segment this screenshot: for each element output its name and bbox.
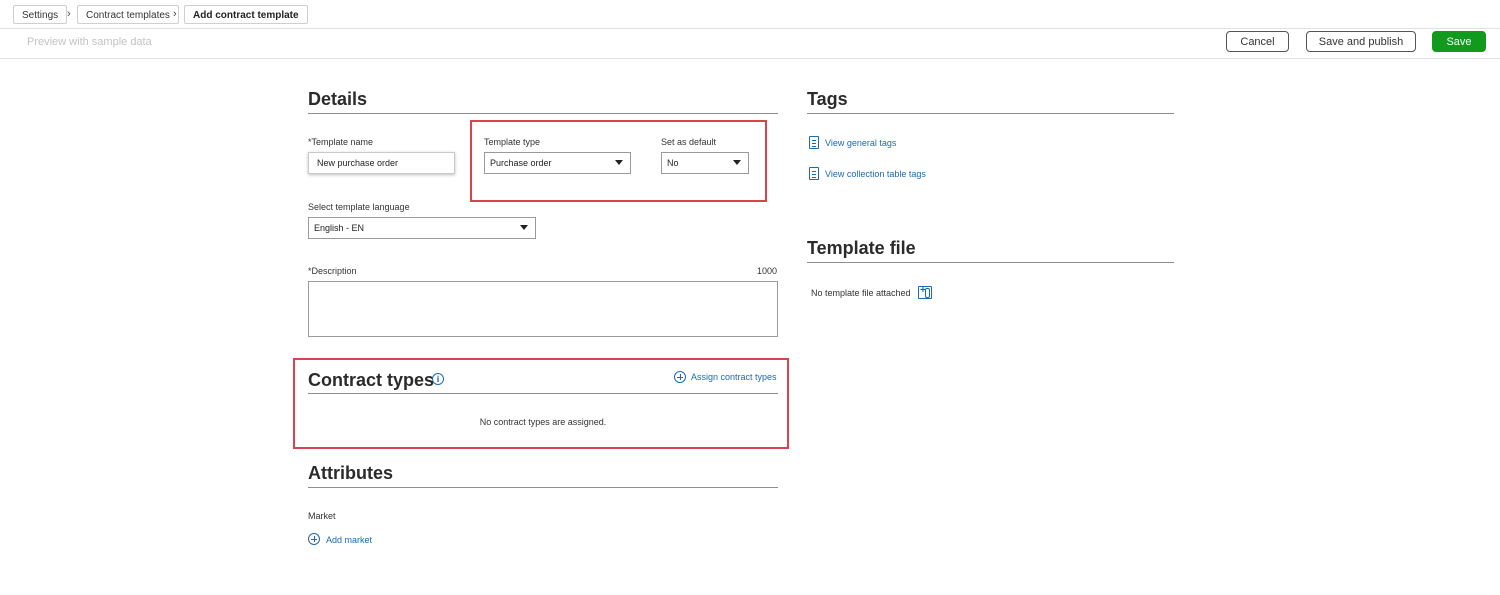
description-char-counter: 1000 [757,266,778,276]
description-textarea[interactable] [308,281,778,337]
cancel-button[interactable]: Cancel [1226,31,1289,52]
details-title: Details [308,89,368,109]
tags-title: Tags [807,89,848,109]
template-language-value: English - EN [314,223,365,233]
template-language-label: Select template language [308,202,410,212]
template-language-select[interactable]: English - EN [308,217,536,239]
preview-sample-data-link[interactable]: Preview with sample data [27,36,152,48]
breadcrumb-add-contract-template: Add contract template [184,5,308,24]
template-type-value: Purchase order [490,158,552,168]
template-file-title: Template file [807,238,916,258]
template-type-select[interactable]: Purchase order [484,152,631,174]
contract-types-divider [308,393,778,394]
breadcrumb-contract-templates[interactable]: Contract templates [77,5,179,24]
divider [0,28,1500,29]
chevron-right-icon: › [67,8,71,20]
view-general-tags-link[interactable]: View general tags [825,138,896,148]
save-and-publish-button[interactable]: Save and publish [1306,31,1416,52]
template-file-divider [807,262,1174,263]
document-icon[interactable] [809,167,819,180]
assign-contract-types-link[interactable]: Assign contract types [691,372,777,382]
chevron-right-icon: › [173,8,177,20]
caret-down-icon [615,160,623,165]
market-label: Market [308,511,336,521]
divider [0,58,1500,59]
save-button[interactable]: Save [1432,31,1486,52]
caret-down-icon [520,225,528,230]
tags-divider [807,113,1174,114]
description-label: *Description [308,266,357,276]
attach-file-icon[interactable] [918,285,932,299]
info-icon[interactable]: i [432,373,444,385]
template-file-status: No template file attached [811,288,911,298]
add-market-link[interactable]: Add market [326,535,372,545]
set-as-default-label: Set as default [661,137,717,147]
add-circle-icon[interactable] [674,371,686,383]
document-icon[interactable] [809,136,819,149]
breadcrumb-settings[interactable]: Settings [13,5,68,24]
template-name-input[interactable]: New purchase order [308,152,455,174]
set-as-default-select[interactable]: No [661,152,749,174]
contract-types-title: Contract types [308,370,435,390]
view-collection-table-tags-link[interactable]: View collection table tags [825,169,926,179]
details-divider [308,113,778,114]
attributes-divider [308,487,778,488]
caret-down-icon [733,160,741,165]
template-type-label: Template type [484,137,541,147]
template-name-label: *Template name [308,137,374,147]
set-as-default-value: No [667,158,679,168]
attributes-title: Attributes [308,463,393,483]
contract-types-empty-text: No contract types are assigned. [479,417,607,427]
add-circle-icon[interactable] [308,533,320,545]
